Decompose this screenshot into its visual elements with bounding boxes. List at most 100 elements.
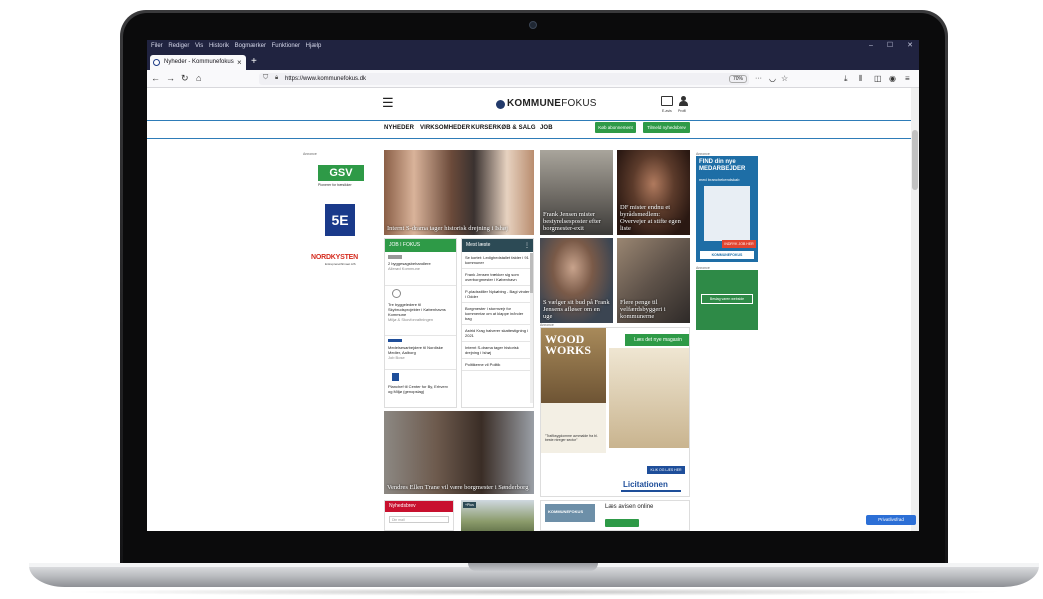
newsletter-box: Nyhedsbrev Din mail xyxy=(384,500,454,531)
minimize-icon[interactable]: – xyxy=(869,42,873,49)
most-read-item[interactable]: Internt S-drama tager historisk drejning… xyxy=(462,342,533,359)
most-read-item[interactable]: Astrid Krag halverer skattestigning i 20… xyxy=(462,325,533,342)
most-read-item[interactable]: Borgmester i stormvejr for kommentar om … xyxy=(462,303,533,325)
shield-icon[interactable]: ⛉ xyxy=(263,74,268,82)
article-headline-2: Frank Jensen mister bestyrelsesposter ef… xyxy=(543,211,601,232)
job-box-title: JOB I FOKUS xyxy=(385,239,456,252)
job-item[interactable]: Tre byggeledere til Skybrudsprojekter i … xyxy=(385,286,456,336)
magazine-photo xyxy=(609,348,689,448)
job-org: Miljø & Skovforvaltningen xyxy=(388,317,434,322)
job-title: Planchef til Center for By, Erhverv og M… xyxy=(388,384,448,394)
job-item[interactable]: Planchef til Center for By, Erhverv og M… xyxy=(385,370,456,397)
green-ad[interactable]: Beslag varen webside xyxy=(696,270,758,330)
menu-edit[interactable]: Rediger xyxy=(168,43,189,49)
most-read-item[interactable]: Politikerne vil Politik xyxy=(462,359,533,371)
green-ad-cta[interactable]: Beslag varen webside xyxy=(701,294,753,304)
lock-icon[interactable]: 🔒︎ xyxy=(275,75,278,82)
recruit-ad-cta[interactable]: INDRYK JOB HER xyxy=(722,240,756,248)
home-icon[interactable]: ⌂ xyxy=(196,72,201,85)
recruit-ad-title: FIND din nye MEDARBEJDER xyxy=(699,159,746,172)
most-read-title: Mest læste xyxy=(462,239,533,252)
article-headline-4: S vælger sit bud på Frank Jensens afløse… xyxy=(543,299,610,320)
menu-bookmarks[interactable]: Bogmærker xyxy=(235,43,266,49)
maximize-icon[interactable]: ☐ xyxy=(887,42,893,49)
menu-history[interactable]: Historik xyxy=(209,43,229,49)
hamburger-menu-icon[interactable]: ☰ xyxy=(382,95,394,111)
privacy-button[interactable]: Privatlivsfrad xyxy=(866,515,916,525)
library-icon[interactable]: ⫴ xyxy=(859,72,862,85)
subscribe-button[interactable]: Køb abonnement xyxy=(595,122,636,133)
brand-underline xyxy=(621,490,681,492)
left-ad[interactable]: GSV Pionerer for træsikker 5E NORDKYSTEN… xyxy=(303,156,379,268)
pocket-icon[interactable]: ◡ xyxy=(769,72,776,85)
downloads-icon[interactable]: ⤓ xyxy=(844,72,848,85)
laptop-notch xyxy=(468,563,598,571)
page-scrollbar-thumb[interactable] xyxy=(912,130,918,190)
article-tile-4[interactable]: S vælger sit bud på Frank Jensens afløse… xyxy=(540,238,613,323)
article-tile-5[interactable]: Flere penge til velfærdsbyggeri i kommun… xyxy=(617,238,690,323)
tab-bar xyxy=(147,52,919,70)
tab-close-icon[interactable]: × xyxy=(237,55,242,70)
page-actions-icon[interactable]: ··· xyxy=(755,72,762,85)
scrollbar-thumb[interactable] xyxy=(530,253,533,293)
url-input[interactable]: https://www.kommunefokus.dk xyxy=(259,73,749,85)
job-item[interactable]: 2 byggesagsbehandlere Allerød Kommune xyxy=(385,252,456,286)
e-avis-label[interactable]: E-avis xyxy=(662,109,672,113)
gsv-tagline: Pionerer for træsikker xyxy=(318,183,352,187)
bookmark-star-icon[interactable]: ☆ xyxy=(781,72,788,85)
menu-help[interactable]: Hjælp xyxy=(306,43,322,49)
read-here-button[interactable]: KLIK OG LÆS HER xyxy=(647,466,685,474)
article-headline-5: Flere penge til velfærdsbyggeri i kommun… xyxy=(620,299,666,320)
article-tile-2[interactable]: Frank Jensen mister bestyrelsesposter ef… xyxy=(540,150,613,235)
back-icon[interactable]: ← xyxy=(151,72,160,85)
forward-icon[interactable]: → xyxy=(166,72,175,85)
zoom-badge[interactable]: 70% xyxy=(729,75,747,83)
account-icon[interactable]: ◉ xyxy=(889,72,896,85)
article-tile-main[interactable]: Internt S-drama tager historisk drejning… xyxy=(384,150,534,235)
job-org: Job Bose xyxy=(388,355,405,360)
article-headline-main: Internt S-drama tager historisk drejning… xyxy=(387,225,508,232)
favicon-icon xyxy=(153,59,160,66)
avis-online-button[interactable] xyxy=(605,519,639,527)
nav-job[interactable]: JOB xyxy=(540,125,553,131)
job-title: Medelsesarbejdere til Nordiske Medier, A… xyxy=(388,345,443,355)
avis-online-box[interactable]: KOMMUNEFOKUS Læs avisen online xyxy=(540,500,690,531)
recruit-ad[interactable]: FIND din nye MEDARBEJDER med branchekend… xyxy=(696,156,758,262)
menu-file[interactable]: Filer xyxy=(151,43,163,49)
sidebar-icon[interactable]: ◫ xyxy=(874,72,882,85)
recruit-ad-brand: KOMMUNEFOKUS xyxy=(700,251,754,259)
reload-icon[interactable]: ↻ xyxy=(181,72,189,85)
newsletter-email-input[interactable]: Din mail xyxy=(389,516,449,523)
tab-title: Nyheder - Kommunefokus xyxy=(164,59,234,65)
licitationen-logo: Licitationen xyxy=(623,480,668,489)
job-item[interactable]: Medelsesarbejdere til Nordiske Medier, A… xyxy=(385,336,456,370)
recruit-ad-sub: med branchekendskab xyxy=(699,177,740,182)
new-tab-icon[interactable]: + xyxy=(251,54,257,69)
nav-virksomheder[interactable]: VIRKSOMHEDER xyxy=(420,125,470,131)
most-read-item[interactable]: Se kortet: Ledighedstallet falder i 91 k… xyxy=(462,252,533,269)
plus-article-tile[interactable]: +Plus xyxy=(461,500,534,531)
newsletter-button[interactable]: Tilmeld nyhedsbrev xyxy=(643,122,690,133)
nav-kurser[interactable]: KURSER xyxy=(471,125,497,131)
most-read-item[interactable]: Frank Jensen trækker sig som overborgmes… xyxy=(462,269,533,286)
menu-view[interactable]: Vis xyxy=(195,43,203,49)
e-avis-icon[interactable] xyxy=(661,96,673,106)
most-read-box: Mest læste ⋮ Se kortet: Ledighedstallet … xyxy=(461,238,534,408)
profile-icon[interactable] xyxy=(679,96,688,106)
menu-tools[interactable]: Funktioner xyxy=(272,43,300,49)
tab-active[interactable]: Nyheder - Kommunefokus xyxy=(150,55,246,70)
article-tile-6[interactable]: Vendres Ellen Trane vil være borgmester … xyxy=(384,411,534,494)
site-logo[interactable]: KOMMUNEFOKUS xyxy=(507,98,597,109)
most-read-item[interactable]: P-pladsstiller Nykøbing - Bagi vinder i … xyxy=(462,286,533,303)
job-box: JOB I FOKUS 2 byggesagsbehandlere Allerø… xyxy=(384,238,457,408)
nav-kob-salg[interactable]: KØB & SALG xyxy=(497,125,536,131)
more-options-icon[interactable]: ⋮ xyxy=(524,242,530,249)
nordkysten-logo: NORDKYSTEN xyxy=(311,254,359,261)
nav-nyheder[interactable]: NYHEDER xyxy=(384,125,414,131)
most-read-scrollbar[interactable] xyxy=(530,253,533,403)
close-window-icon[interactable]: ✕ xyxy=(907,42,913,49)
app-menu-icon[interactable]: ≡ xyxy=(905,72,910,85)
article-tile-3[interactable]: DF mister endnu et byrådsmedlem: Overvej… xyxy=(617,150,690,235)
profile-label[interactable]: Profil xyxy=(678,109,686,113)
licitationen-ad[interactable]: WOOD WORKS Læs det nye magasin "Trafiksy… xyxy=(540,327,690,497)
